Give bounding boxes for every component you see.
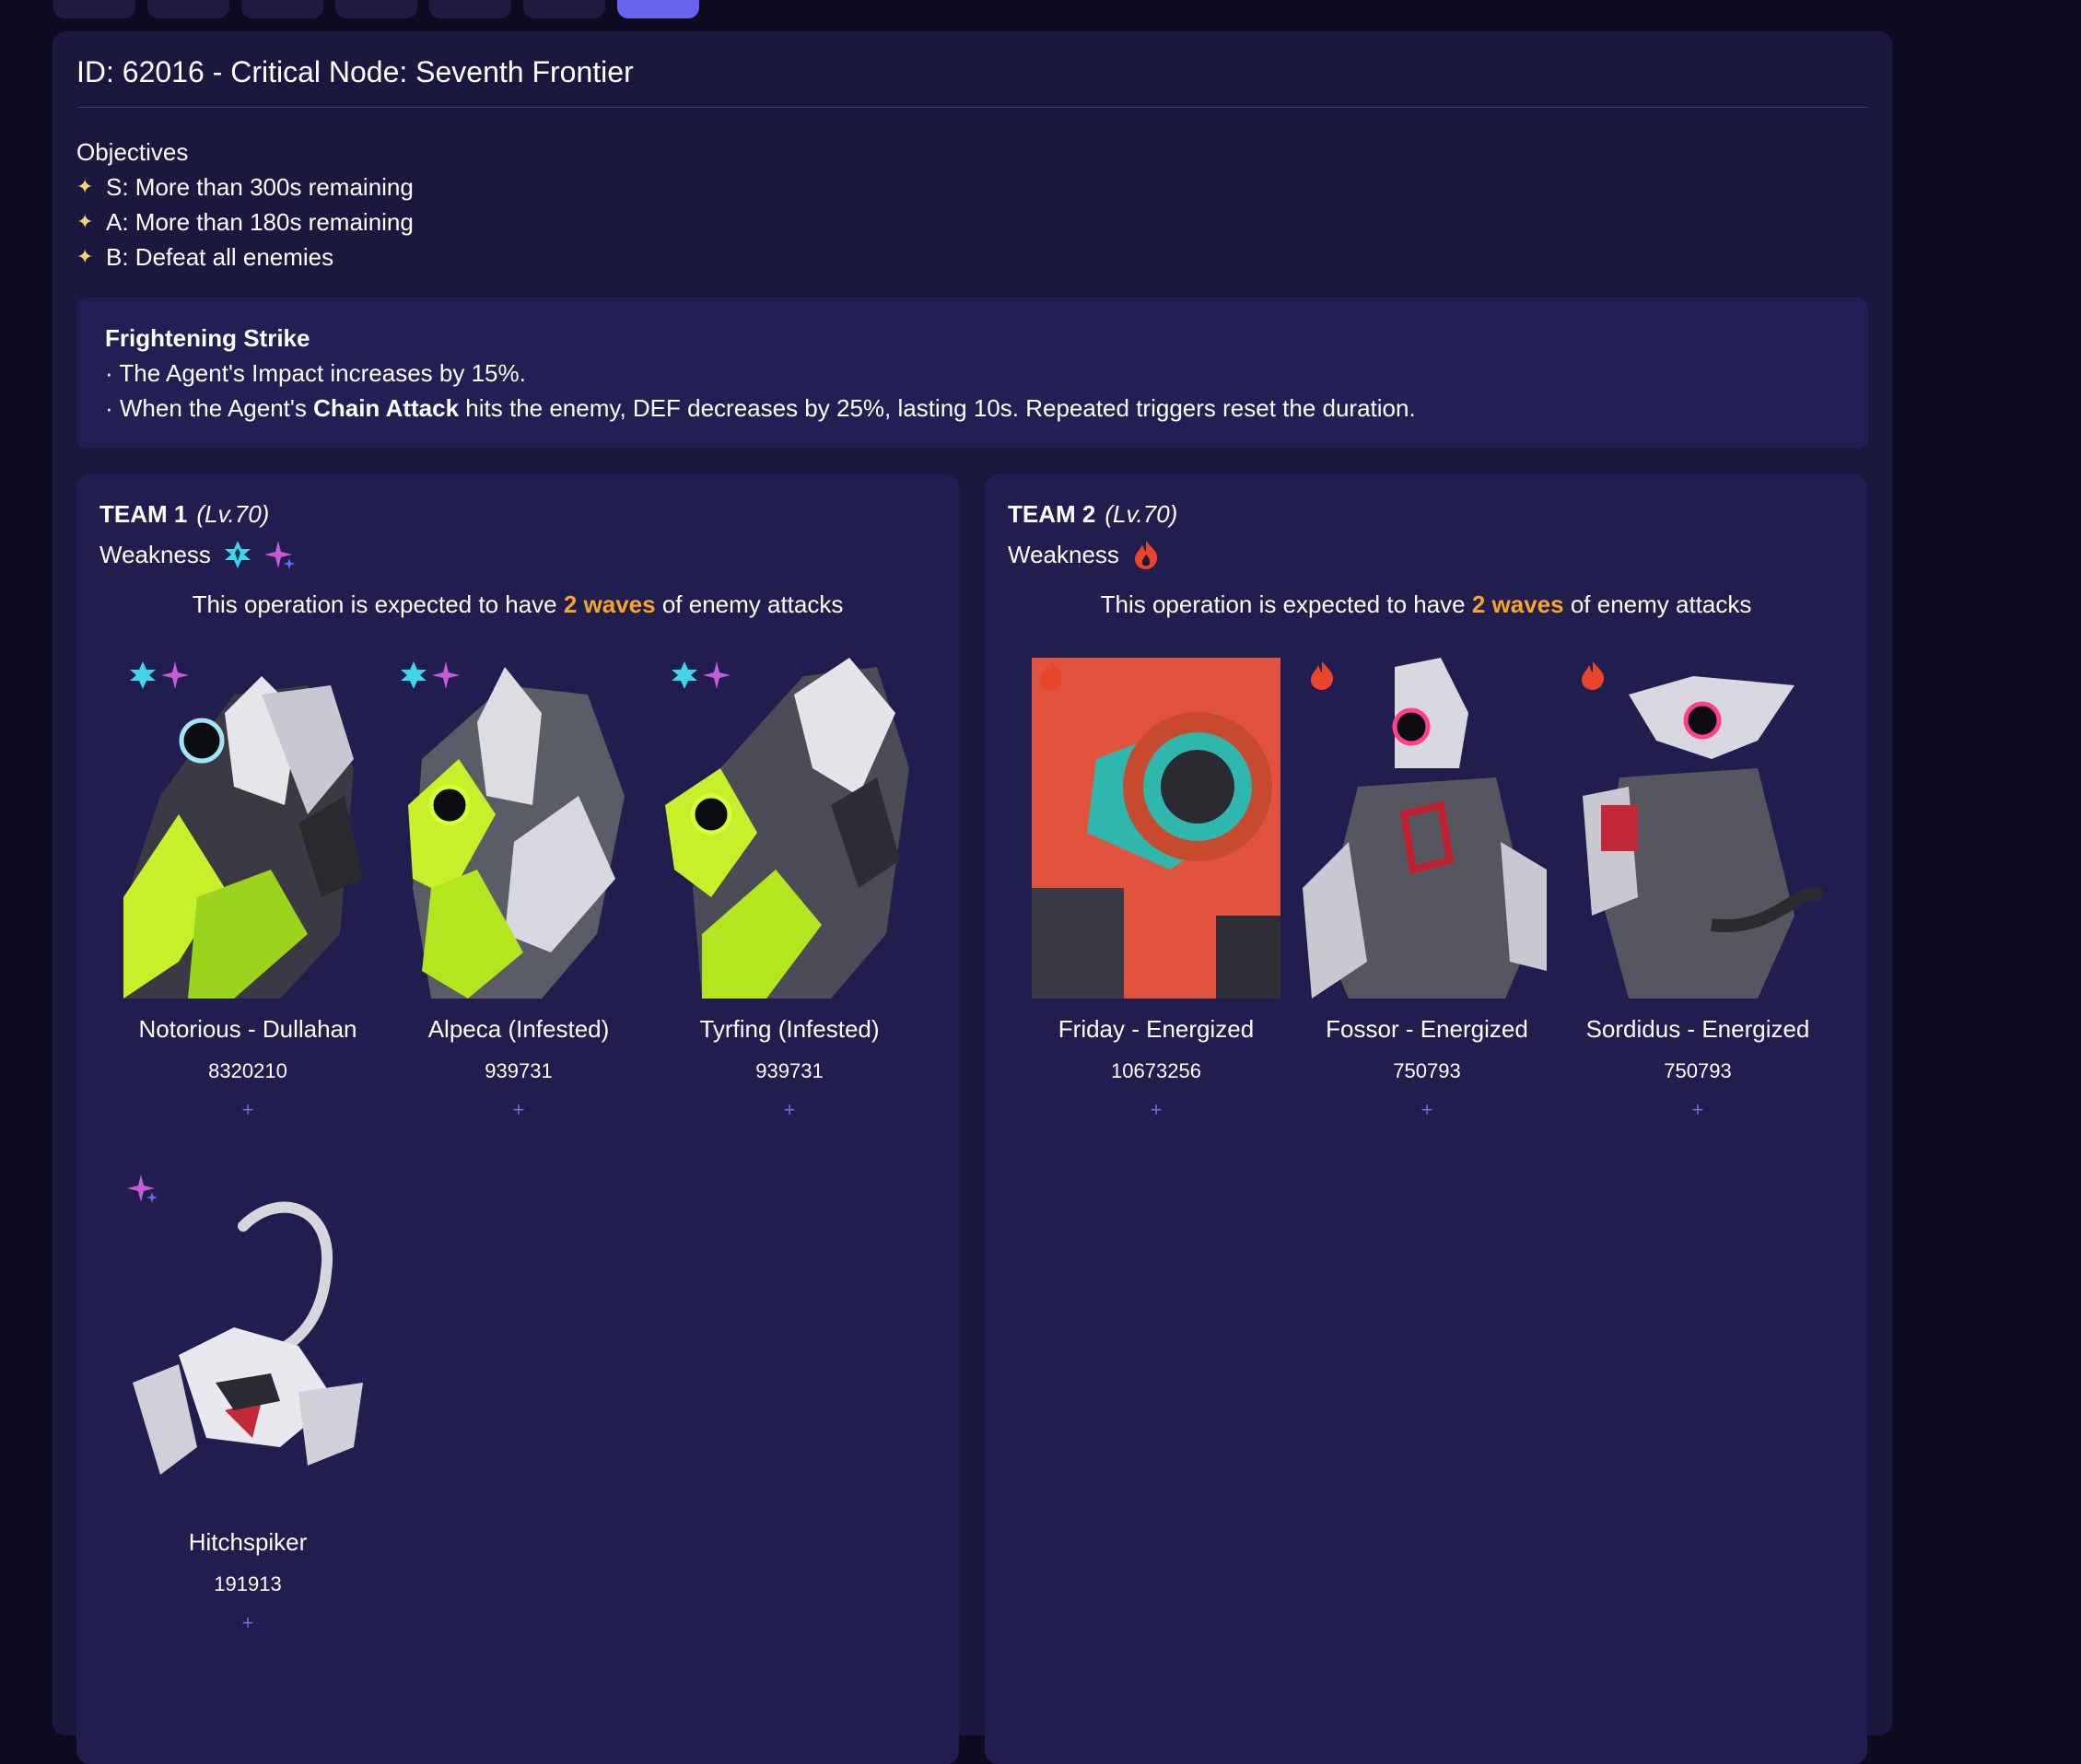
enemy-name: Tyrfing (Infested): [699, 1015, 880, 1043]
tab-2[interactable]: [147, 0, 229, 18]
expand-button[interactable]: +: [394, 1098, 643, 1122]
ether-icon: [263, 541, 295, 569]
expand-button[interactable]: +: [1573, 1098, 1822, 1122]
enemy-name: Fossor - Energized: [1326, 1015, 1528, 1043]
weakness-badge: [1311, 661, 1334, 690]
node-panel: ID: 62016 - Critical Node: Seventh Front…: [53, 31, 1892, 1764]
objective-b: ✦ B: Defeat all enemies: [76, 239, 414, 275]
ice-icon: [224, 541, 251, 568]
waves-count: 2 waves: [563, 590, 656, 618]
expand-button[interactable]: +: [1303, 1098, 1551, 1122]
team-name: TEAM 1: [99, 500, 188, 528]
enemy-portrait-friday-energized: [1032, 658, 1280, 999]
enemy-name: Friday - Energized: [1058, 1015, 1255, 1043]
team-2-waves: This operation is expected to have 2 wav…: [985, 590, 1867, 619]
enemy-name: Notorious - Dullahan: [138, 1015, 357, 1043]
expand-button[interactable]: +: [123, 1098, 372, 1122]
star-icon: ✦: [76, 245, 94, 268]
team-level: (Lv.70): [1105, 500, 1178, 528]
enemy-hp: 191913: [214, 1572, 282, 1595]
enemy-portrait-hitchspiker: [123, 1171, 372, 1512]
enemy-portrait-alpeca-infested: [394, 658, 643, 999]
team-2-header: TEAM 2 (Lv.70): [1008, 500, 1177, 529]
enemy-hp: 10673256: [1111, 1059, 1201, 1082]
objective-text: B: Defeat all enemies: [106, 243, 334, 271]
tab-5[interactable]: [429, 0, 511, 18]
weakness-badge: [1582, 661, 1605, 690]
weakness-badge: [672, 661, 731, 689]
objectives: Objectives ✦ S: More than 300s remaining…: [76, 134, 414, 275]
buff-line-2-pre: · When the Agent's: [105, 394, 314, 422]
weakness-label: Weakness: [99, 540, 211, 568]
team-1-weakness: Weakness: [99, 539, 296, 570]
waves-text: This operation is expected to have: [1100, 590, 1472, 618]
enemy-hp: 750793: [1393, 1059, 1461, 1082]
enemy-portrait-sordidus-energized: [1573, 658, 1822, 999]
objectives-heading: Objectives: [76, 138, 189, 166]
team-1-card: TEAM 1 (Lv.70) Weakness This operation is…: [76, 474, 959, 1764]
tab-7-active[interactable]: [617, 0, 699, 18]
buff-line-2-post: hits the enemy, DEF decreases by 25%, la…: [459, 394, 1416, 422]
star-icon: ✦: [76, 175, 94, 198]
expand-button[interactable]: +: [1032, 1098, 1280, 1122]
objective-text: S: More than 300s remaining: [106, 173, 414, 201]
weakness-badge: [1040, 661, 1063, 690]
enemy-portrait-tyrfing-infested: [665, 658, 914, 999]
weakness-badge: [127, 1174, 158, 1203]
team-2-card: TEAM 2 (Lv.70) Weakness This operation is…: [985, 474, 1867, 1764]
buff-line-2: · When the Agent's Chain Attack hits the…: [105, 391, 1416, 426]
enemy-hp: 8320210: [208, 1059, 287, 1082]
divider: [76, 107, 1868, 108]
enemy-hp: 939731: [755, 1059, 824, 1082]
enemy-portrait-fossor-energized: [1303, 658, 1551, 999]
tab-6[interactable]: [523, 0, 605, 18]
team-1-header: TEAM 1 (Lv.70): [99, 500, 269, 529]
expand-button[interactable]: +: [123, 1611, 372, 1635]
tab-1[interactable]: [53, 0, 135, 18]
enemy-name: Sordidus - Energized: [1585, 1015, 1810, 1043]
enemy-hp: 750793: [1664, 1059, 1732, 1082]
team-level: (Lv.70): [196, 500, 270, 528]
expand-button[interactable]: +: [665, 1098, 914, 1122]
star-icon: ✦: [76, 210, 94, 233]
enemy-name: Hitchspiker: [188, 1528, 308, 1556]
team-2-weakness: Weakness: [1008, 539, 1162, 570]
team-1-waves: This operation is expected to have 2 wav…: [76, 590, 959, 619]
buff-line-2-bold: Chain Attack: [313, 394, 460, 422]
waves-text: This operation is expected to have: [192, 590, 564, 618]
team-name: TEAM 2: [1008, 500, 1096, 528]
tab-3[interactable]: [241, 0, 323, 18]
enemy-hp: 939731: [485, 1059, 553, 1082]
objective-s: ✦ S: More than 300s remaining: [76, 169, 414, 204]
fire-icon: [1134, 541, 1158, 569]
buff-title: Frightening Strike: [105, 324, 310, 352]
waves-count: 2 waves: [1471, 590, 1564, 618]
waves-text-end: of enemy attacks: [1563, 590, 1752, 618]
enemy-name: Alpeca (Infested): [427, 1015, 610, 1043]
tab-4[interactable]: [335, 0, 417, 18]
enemy-portrait-notorious-dullahan: [123, 658, 372, 999]
buff-card: Frightening Strike · The Agent's Impact …: [76, 298, 1868, 449]
objective-a: ✦ A: More than 180s remaining: [76, 204, 414, 239]
waves-text-end: of enemy attacks: [655, 590, 844, 618]
weakness-badge: [130, 661, 189, 689]
page-title: ID: 62016 - Critical Node: Seventh Front…: [76, 55, 634, 88]
weakness-label: Weakness: [1008, 540, 1119, 568]
buff-line-1: · The Agent's Impact increases by 15%.: [105, 359, 526, 387]
objective-text: A: More than 180s remaining: [106, 208, 414, 236]
weakness-badge: [401, 661, 460, 689]
